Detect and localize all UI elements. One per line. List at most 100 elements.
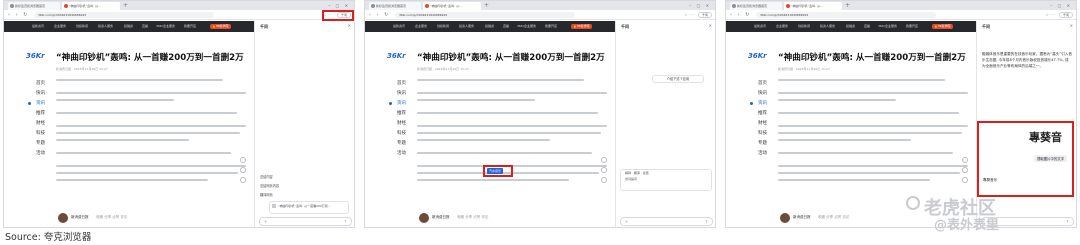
nav-item[interactable]: 36Kr企业服务 [878,21,897,32]
avatar[interactable] [780,213,790,223]
nav-item[interactable]: 我要开店 [545,21,557,32]
extract-text-chip[interactable]: 提取图片中的文字 [1034,155,1068,162]
nav-hot-badge[interactable]: 🔥36氪学院 [932,24,953,29]
nav-item[interactable]: 投融资 [485,21,494,32]
qianwen-button[interactable]: 千问 [697,12,712,18]
nav-hot-badge[interactable]: 🔥36氪学院 [210,24,231,29]
footer-actions[interactable]: 收藏 分享 点赞 评论 [818,215,849,220]
nav-item[interactable]: 投资人服务 [98,21,113,32]
left-nav-item[interactable]: 专题 [758,139,767,149]
url-field[interactable]: 36kr.com/p/3934631840686915 [34,12,214,18]
plus-icon[interactable]: + [625,218,628,225]
url-field[interactable]: 36kr.com/p/3934631840686915 [756,12,936,18]
left-nav-item[interactable]: 活动 [36,149,45,159]
author-name[interactable]: 新消费日报 [71,215,89,220]
nav-item[interactable]: 企业服务 [776,21,788,32]
site-logo[interactable]: 36Kr [748,53,767,68]
left-nav-item[interactable]: 专题 [36,139,45,149]
left-nav-item-active[interactable]: 资讯 [397,99,406,109]
toolbar-icons[interactable]: ☆ ⋯ [1045,10,1054,20]
left-nav-item[interactable]: 快讯 [36,89,45,99]
left-nav-item[interactable]: 活动 [758,149,767,159]
nav-buttons[interactable]: ‹ › ↻ [8,10,29,20]
avatar[interactable] [419,213,429,223]
left-nav-item-active[interactable]: 资讯 [36,99,45,109]
plus-icon[interactable]: + [264,218,267,225]
page-card[interactable]: “神曲印钞机”轰鸣: 从一首赚200万到... [269,201,349,214]
new-tab-button[interactable]: + [845,1,850,10]
footer-actions[interactable]: 收藏 分享 点赞 评论 [457,215,488,220]
nav-item[interactable]: 36Kr企业服务 [156,21,175,32]
author-name[interactable]: 新消费日报 [793,215,811,220]
footer-actions[interactable]: 收藏 分享 点赞 评论 [96,215,127,220]
nav-item[interactable]: 投融资 [846,21,855,32]
site-logo[interactable]: 36Kr [387,53,406,68]
tab-new-page[interactable]: 新标签页和浏览器首页 [8,2,60,10]
left-nav-item[interactable]: 财经 [758,119,767,129]
site-logo[interactable]: 36Kr [26,53,45,68]
menu-item[interactable]: 翻译网页 [260,191,350,200]
like-icon[interactable] [601,157,607,163]
left-nav-item-active[interactable]: 资讯 [758,99,767,109]
left-nav-item[interactable]: 财经 [397,119,406,129]
close-icon[interactable]: ✕ [709,23,712,28]
tab-article[interactable]: “神曲印钞机”轰鸣: 从... [62,2,120,10]
tab-new-page[interactable]: 新标签页和浏览器首页 [730,2,782,10]
nav-item[interactable]: 企业服务 [54,21,66,32]
nav-item[interactable]: 最新资讯 [32,21,44,32]
popup-item[interactable]: 划词提问 [621,176,711,182]
comment-icon[interactable] [962,167,968,173]
nav-item[interactable]: 直播 [142,21,148,32]
left-nav-item[interactable]: 首页 [397,79,406,89]
left-nav-item[interactable]: 科技 [397,129,406,139]
nav-item[interactable]: 投融资 [124,21,133,32]
nav-item[interactable]: 最新资讯 [393,21,405,32]
close-icon[interactable]: ✕ [1070,23,1073,28]
nav-item[interactable]: 直播 [503,21,509,32]
chat-input[interactable]: + ↑ [259,217,352,226]
nav-buttons[interactable]: ‹ › ↻ [730,10,751,20]
nav-buttons[interactable]: ‹ › ↻ [369,10,390,20]
new-tab-button[interactable]: + [484,1,489,10]
left-nav-item[interactable]: 活动 [397,149,406,159]
chat-input[interactable]: + ↑ [620,217,713,226]
left-nav-item[interactable]: 快讯 [758,89,767,99]
close-icon[interactable]: ✕ [348,23,351,28]
left-nav-item[interactable]: 首页 [758,79,767,89]
left-nav-item[interactable]: 科技 [36,129,45,139]
nav-item[interactable]: 创投新闻 [437,21,449,32]
send-icon[interactable]: ↑ [705,218,708,225]
nav-item[interactable]: 36Kr企业服务 [517,21,536,32]
left-nav-item[interactable]: 推荐 [758,109,767,119]
menu-item[interactable]: 总结网页内容 [260,182,350,191]
nav-item[interactable]: 我要开店 [906,21,918,32]
nav-item[interactable]: 创投新闻 [798,21,810,32]
tab-new-page[interactable]: 新标签页和浏览器首页 [369,2,421,10]
left-nav-item[interactable]: 专题 [397,139,406,149]
left-nav-item[interactable]: 推荐 [36,109,45,119]
window-controls[interactable]: – ▢ ✕ [1050,1,1072,10]
like-icon[interactable] [240,157,246,163]
left-nav-item[interactable]: 首页 [36,79,45,89]
left-nav-item[interactable]: 推荐 [397,109,406,119]
left-nav-item[interactable]: 财经 [36,119,45,129]
tab-article[interactable]: “神曲印钞机”轰鸣: 从... [784,2,842,10]
nav-item[interactable]: 投资人服务 [459,21,474,32]
share-icon[interactable] [601,177,607,183]
share-icon[interactable] [240,177,246,183]
comment-icon[interactable] [601,167,607,173]
nav-hot-badge[interactable]: 🔥36氪学院 [571,24,592,29]
url-field[interactable]: 36kr.com/p/3934631840686915 [395,12,575,18]
avatar[interactable] [58,213,68,223]
like-icon[interactable] [962,157,968,163]
send-icon[interactable]: ↑ [344,218,347,225]
nav-item[interactable]: 最新资讯 [754,21,766,32]
nav-item[interactable]: 企业服务 [415,21,427,32]
share-icon[interactable] [962,177,968,183]
comment-icon[interactable] [240,167,246,173]
qianwen-button[interactable]: 千问 [1058,12,1073,18]
author-name[interactable]: 新消费日报 [432,215,450,220]
send-icon[interactable]: ↑ [1066,218,1069,225]
window-controls[interactable]: – ▢ ✕ [328,1,350,10]
nav-item[interactable]: 投资人服务 [820,21,835,32]
